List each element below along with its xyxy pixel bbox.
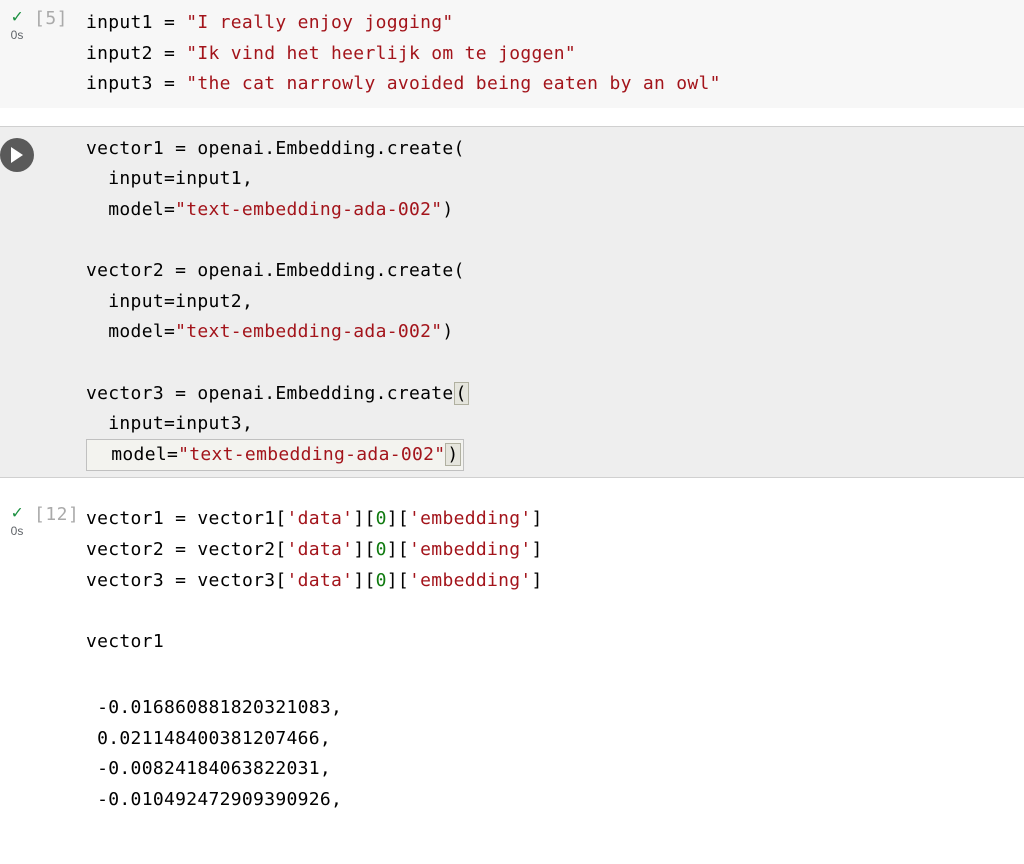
bracket: ] <box>532 539 543 560</box>
keyword-arg: input= <box>108 413 175 434</box>
comma: , <box>242 291 253 312</box>
operator: = <box>164 383 197 404</box>
paren-close-highlight: ) <box>445 443 460 466</box>
exec-time: 0s <box>0 524 34 538</box>
string-literal: "text-embedding-ada-002" <box>178 444 445 465</box>
call: openai.Embedding.create <box>197 260 453 281</box>
variable: vector1 <box>86 138 164 159</box>
exec-count: [12] <box>34 496 82 665</box>
paren-close: ) <box>442 321 453 342</box>
variable: vector3 <box>86 383 164 404</box>
keyword-arg: model= <box>108 199 175 220</box>
cell-gutter: ✓ 0s <box>0 0 34 108</box>
check-icon: ✓ <box>0 504 34 522</box>
bracket: ][ <box>387 508 409 529</box>
string-literal: 'data' <box>287 539 354 560</box>
variable: input3 <box>175 413 242 434</box>
bracket: ][ <box>353 508 375 529</box>
output-line: 0.021148400381207466, <box>97 728 331 749</box>
string-literal: 'data' <box>287 508 354 529</box>
cell-gutter <box>0 685 34 823</box>
keyword-arg: model= <box>111 444 178 465</box>
bracket: ] <box>532 570 543 591</box>
call: openai.Embedding.create <box>197 138 453 159</box>
operator: = <box>164 260 197 281</box>
code-editor[interactable]: input1 = "I really enjoy jogging" input2… <box>82 0 1024 108</box>
run-button[interactable] <box>0 138 34 172</box>
bracket: ][ <box>387 570 409 591</box>
variable: input1 <box>86 12 153 33</box>
exec-count: [5] <box>34 0 82 108</box>
variable: vector1 <box>86 631 164 652</box>
paren-open: ( <box>454 138 465 159</box>
variable: vector3 <box>86 570 164 591</box>
code-editor[interactable]: vector1 = vector1['data'][0]['embedding'… <box>82 496 1024 665</box>
call: openai.Embedding.create <box>197 383 453 404</box>
keyword-arg: input= <box>108 168 175 189</box>
string-literal: "I really enjoy jogging" <box>186 12 453 33</box>
operator: = <box>164 570 197 591</box>
comma: , <box>242 413 253 434</box>
exec-count <box>34 685 82 823</box>
variable: vector2 <box>86 260 164 281</box>
operator: = <box>153 43 186 64</box>
code-cell[interactable]: ✓ 0s [12] vector1 = vector1['data'][0]['… <box>0 496 1024 665</box>
operator: = <box>164 138 197 159</box>
check-icon: ✓ <box>0 8 34 26</box>
string-literal: 'data' <box>287 570 354 591</box>
notebook: ✓ 0s [5] input1 = "I really enjoy joggin… <box>0 0 1024 824</box>
code-cell-active[interactable]: vector1 = openai.Embedding.create( input… <box>0 126 1024 479</box>
cell-gutter: ✓ 0s <box>0 496 34 665</box>
variable: input2 <box>86 43 153 64</box>
string-literal: 'embedding' <box>409 539 532 560</box>
bracket: ][ <box>353 539 375 560</box>
play-icon <box>10 147 24 163</box>
exec-time: 0s <box>0 28 34 42</box>
paren-open-highlight: ( <box>454 382 469 405</box>
variable: input2 <box>175 291 242 312</box>
bracket: ] <box>532 508 543 529</box>
variable: input3 <box>86 73 153 94</box>
operator: = <box>153 12 186 33</box>
operator: = <box>153 73 186 94</box>
comma: , <box>242 168 253 189</box>
output-text: -0.016860881820321083, 0.021148400381207… <box>82 685 1024 823</box>
variable: vector2 <box>86 539 164 560</box>
string-literal: "the cat narrowly avoided being eaten by… <box>186 73 721 94</box>
variable: vector1 <box>86 508 164 529</box>
output-line: -0.00824184063822031, <box>97 758 331 779</box>
operator: = <box>164 539 197 560</box>
paren-close: ) <box>442 199 453 220</box>
bracket: [ <box>275 539 286 560</box>
variable: vector3 <box>197 570 275 591</box>
paren-open: ( <box>454 260 465 281</box>
variable: input1 <box>175 168 242 189</box>
code-editor[interactable]: vector1 = openai.Embedding.create( input… <box>82 126 1024 479</box>
keyword-arg: input= <box>108 291 175 312</box>
variable: vector1 <box>197 508 275 529</box>
exec-count <box>34 126 82 479</box>
bracket: [ <box>275 570 286 591</box>
keyword-arg: model= <box>108 321 175 342</box>
cell-gutter <box>0 126 34 479</box>
variable: vector2 <box>197 539 275 560</box>
output-line: -0.016860881820321083, <box>97 697 342 718</box>
number: 0 <box>376 539 387 560</box>
string-literal: "Ik vind het heerlijk om te joggen" <box>186 43 576 64</box>
number: 0 <box>376 508 387 529</box>
string-literal: "text-embedding-ada-002" <box>175 199 442 220</box>
code-cell[interactable]: ✓ 0s [5] input1 = "I really enjoy joggin… <box>0 0 1024 108</box>
string-literal: "text-embedding-ada-002" <box>175 321 442 342</box>
number: 0 <box>376 570 387 591</box>
bracket: ][ <box>353 570 375 591</box>
output-area: -0.016860881820321083, 0.021148400381207… <box>0 685 1024 823</box>
bracket: [ <box>275 508 286 529</box>
output-line: -0.010492472909390926, <box>97 789 342 810</box>
string-literal: 'embedding' <box>409 570 532 591</box>
bracket: ][ <box>387 539 409 560</box>
string-literal: 'embedding' <box>409 508 532 529</box>
current-line-highlight: model="text-embedding-ada-002") <box>86 439 464 472</box>
operator: = <box>164 508 197 529</box>
